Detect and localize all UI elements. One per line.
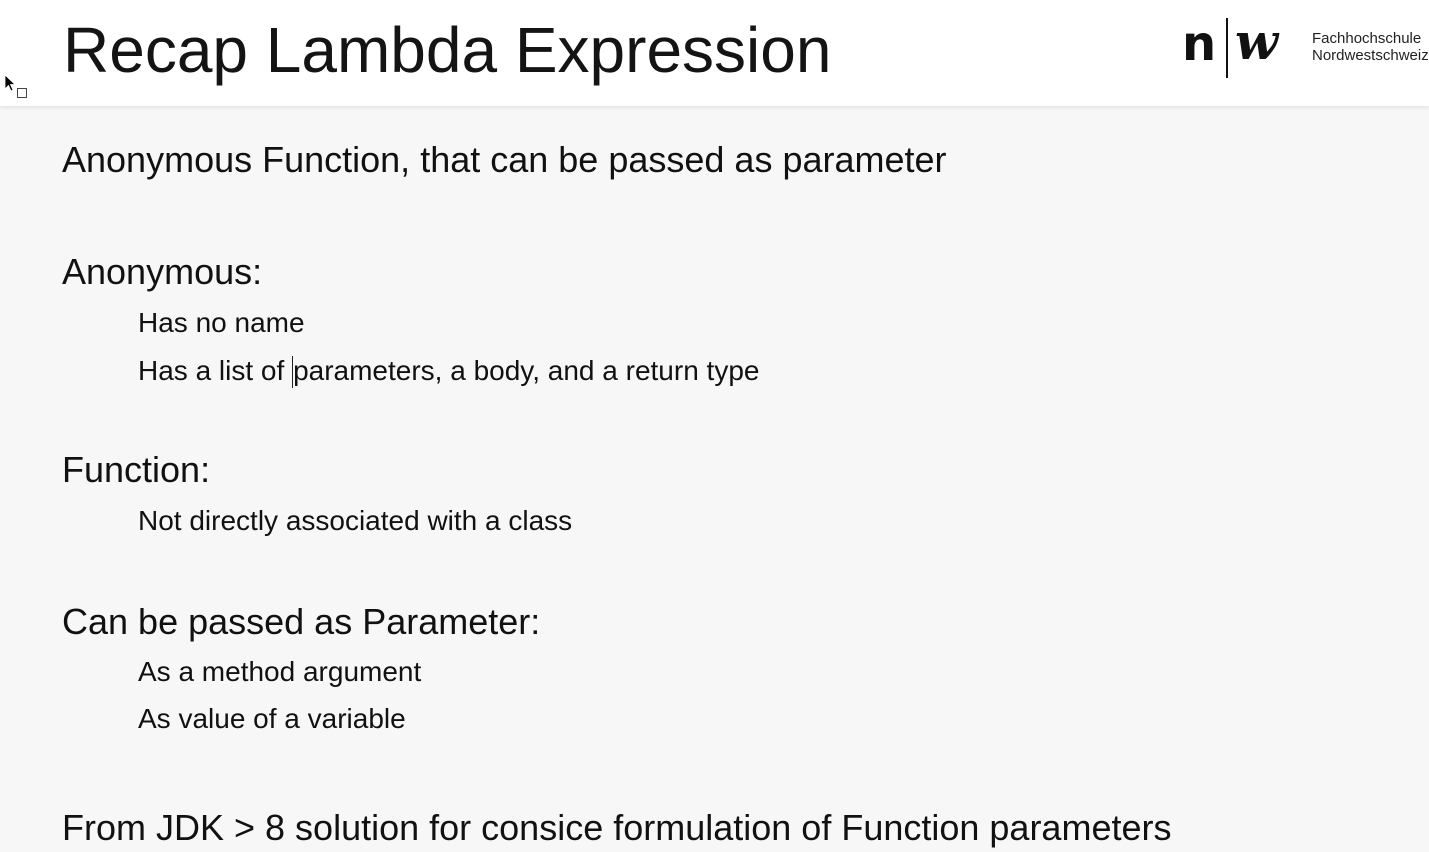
mouse-pointer-icon (4, 74, 27, 98)
list-item: As a method argument (138, 656, 422, 687)
logo-wordmark: Fachhochschule Nordwestschweiz (1312, 30, 1429, 64)
list-item: Not directly associated with a class (138, 505, 573, 536)
slide-title: Recap Lambda Expression (63, 14, 832, 86)
list-item: As value of a variable (138, 703, 406, 734)
slide-header: Recap Lambda Expression n w Fachhochschu… (0, 0, 1429, 106)
list-item-part: Has a list of (138, 355, 293, 386)
section-heading-function: Function: (62, 449, 211, 490)
logo-line-1: Fachhochschule (1312, 30, 1422, 47)
logo-letter-n: n (1182, 16, 1217, 72)
intro-line: Anonymous Function, that can be passed a… (62, 139, 947, 180)
footer-line: From JDK > 8 solution for consice formul… (62, 807, 1172, 848)
logo-line-2: Nordwestschweiz (1312, 47, 1429, 64)
logo-divider (1226, 18, 1228, 78)
list-item-part: parameters, a body, and a return type (293, 355, 760, 386)
list-item: Has no name (138, 307, 305, 338)
slide-content: Anonymous Function, that can be passed a… (0, 106, 1429, 852)
fhnw-logo-icon: n w Fachhochschule Nordwestschweiz (1182, 16, 1429, 80)
logo-letter-w: w (1235, 16, 1279, 71)
section-heading-anonymous: Anonymous: (62, 251, 263, 292)
list-item: Has a list of parameters, a body, and a … (138, 353, 759, 389)
slide: Recap Lambda Expression n w Fachhochschu… (0, 0, 1429, 852)
section-heading-parameter: Can be passed as Parameter: (62, 601, 541, 642)
